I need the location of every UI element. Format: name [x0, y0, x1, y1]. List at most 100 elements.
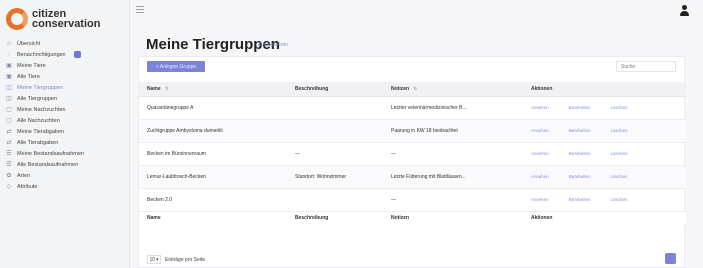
sidebar-item-2[interactable]: ▣ Meine Tiere — [0, 60, 130, 71]
footer-column-beschreibung: Beschreibung — [287, 211, 383, 225]
sidebar-item-12[interactable]: ✿ Arten — [0, 170, 130, 181]
user-icon[interactable] — [679, 5, 689, 17]
tag-icon: ◇ — [6, 183, 12, 190]
cell-actions: Ansehen Bearbeiten Löschen — [523, 188, 686, 212]
cell-beschreibung — [287, 119, 383, 143]
footer-column-aktionen: Aktionen — [523, 211, 686, 225]
delete-button-label: Löschen — [610, 150, 628, 156]
sidebar-item-9[interactable]: ⇄ Alle Tierabgaben — [0, 137, 130, 148]
view-button-label: Ansehen — [531, 127, 549, 133]
sidebar-item-label: Attribute — [17, 183, 38, 190]
cell-notizen: Letzte Fütterung mit Blattläusen... — [383, 165, 523, 189]
cell-name: Becken im Büroinnenraum — [139, 142, 287, 166]
per-page-control: 10 ▾ Einträge pro Seite — [147, 255, 205, 264]
view-button-label: Ansehen — [531, 196, 549, 202]
sidebar-item-3[interactable]: ▣ Alle Tiere — [0, 71, 130, 82]
column-header-notizen[interactable]: Notizen ⇅ — [383, 82, 523, 97]
table-header-row: Name ⇅ Beschreibung Notizen ⇅ Aktionen — [139, 82, 686, 97]
sidebar: citizen conservation ⌂ Übersicht ◌ Benachri… — [0, 0, 130, 268]
edit-button[interactable]: Bearbeiten — [569, 128, 601, 133]
pagination-button[interactable] — [665, 253, 676, 264]
logo-mark-icon — [6, 8, 28, 30]
sidebar-item-6[interactable]: ▢ Meine Nachzuchten — [0, 104, 130, 115]
groups-table: Name ⇅ Beschreibung Notizen ⇅ Aktionen Qua… — [139, 82, 686, 225]
table-row: Becken 2.0 — Ansehen Bearbeiten Löschen — [139, 188, 686, 212]
table-row: Lemur-Laubfrosch-Becken Standort: Wohnzim… — [139, 165, 686, 189]
view-button[interactable]: Ansehen — [531, 151, 559, 156]
footer-column-notizen: Notizen — [383, 211, 523, 225]
cell-beschreibung — [287, 188, 383, 212]
delete-button[interactable]: Löschen — [611, 105, 638, 110]
notification-badge — [73, 51, 81, 58]
sidebar-item-7[interactable]: ▢ Alle Nachzuchten — [0, 115, 130, 126]
sidebar-item-0[interactable]: ⌂ Übersicht — [0, 38, 130, 49]
cell-name: Becken 2.0 — [139, 188, 287, 212]
delete-button[interactable]: Löschen — [611, 197, 638, 202]
delete-button-label: Löschen — [610, 196, 628, 202]
sort-icon[interactable]: ⇅ — [413, 86, 417, 92]
bell-icon: ◌ — [7, 51, 11, 58]
table-footer-row: Name Beschreibung Notizen Aktionen — [139, 211, 686, 225]
cell-actions: Ansehen Bearbeiten Löschen — [523, 142, 686, 166]
sidebar-item-label: Meine Tierabgaben — [17, 128, 65, 135]
edit-button[interactable]: Bearbeiten — [569, 151, 601, 156]
reset-link[interactable]: Zurücksetzen — [258, 42, 288, 48]
view-button[interactable]: Ansehen — [531, 174, 559, 179]
edit-button[interactable]: Bearbeiten — [569, 105, 601, 110]
view-button[interactable]: Ansehen — [531, 105, 559, 110]
table-row: Quarantänegruppe A Letzter veterinärmediz… — [139, 96, 686, 120]
delete-button-label: Löschen — [610, 173, 628, 179]
sidebar-item-label: Meine Tiergruppen — [17, 84, 63, 91]
cell-name: Quarantänegruppe A — [139, 96, 287, 120]
view-button-label: Ansehen — [531, 150, 549, 156]
delete-button[interactable]: Löschen — [611, 151, 638, 156]
delete-button[interactable]: Löschen — [611, 174, 638, 179]
edit-button-label: Bearbeiten — [568, 104, 591, 110]
sidebar-item-label: Meine Nachzuchten — [17, 106, 66, 113]
topbar — [130, 0, 703, 26]
sidebar-item-8[interactable]: ⇄ Meine Tierabgaben — [0, 126, 130, 137]
logo-line-2: conservation — [32, 18, 101, 30]
delete-button[interactable]: Löschen — [611, 128, 638, 133]
sort-icon[interactable]: ⇅ — [165, 86, 169, 92]
delete-button-label: Löschen — [610, 104, 628, 110]
sidebar-item-label: Meine Bestandsaufnahmen — [17, 150, 84, 157]
cell-beschreibung — [287, 96, 383, 120]
sidebar-item-label: Alle Tiere — [17, 73, 40, 80]
cell-notizen: — — [383, 188, 523, 212]
edit-button-label: Bearbeiten — [568, 150, 591, 156]
edit-button[interactable]: Bearbeiten — [569, 174, 601, 179]
table-body: Quarantänegruppe A Letzter veterinärmediz… — [139, 96, 686, 212]
sidebar-item-10[interactable]: ☰ Meine Bestandsaufnahmen — [0, 148, 130, 159]
delete-button-label: Löschen — [610, 127, 628, 133]
per-page-select[interactable]: 10 ▾ — [147, 255, 161, 264]
home-icon: ⌂ — [7, 40, 11, 47]
column-header-name[interactable]: Name ⇅ — [139, 82, 287, 97]
sidebar-item-label: Alle Tiergruppen — [17, 95, 58, 102]
column-header-beschreibung[interactable]: Beschreibung — [287, 82, 383, 97]
cell-beschreibung: Standort: Wohnzimmer — [287, 165, 383, 189]
transfer-icon: ⇄ — [6, 128, 12, 135]
egg-icon: ▢ — [6, 117, 12, 124]
search-input[interactable] — [616, 61, 676, 72]
sidebar-item-11[interactable]: ☰ Alle Bestandsaufnahmen — [0, 159, 130, 170]
sidebar-nav: ⌂ Übersicht ◌ Benachrichtigungen ▣ Meine Tier… — [0, 38, 130, 192]
logo[interactable]: citizen conservation — [6, 4, 124, 34]
sidebar-item-label: Alle Bestandsaufnahmen — [17, 161, 79, 168]
cell-name: Lemur-Laubfrosch-Becken — [139, 165, 287, 189]
sidebar-item-label: Alle Nachzuchten — [17, 117, 60, 124]
view-button[interactable]: Ansehen — [531, 197, 559, 202]
edit-button[interactable]: Bearbeiten — [569, 197, 601, 202]
edit-button-label: Bearbeiten — [568, 196, 591, 202]
sidebar-item-5[interactable]: ◫ Alle Tiergruppen — [0, 93, 130, 104]
add-group-button[interactable]: + Anlegen Gruppe — [147, 61, 205, 72]
logo-text: citizen conservation — [32, 9, 101, 30]
menu-toggle-icon[interactable] — [136, 6, 144, 15]
sidebar-item-1[interactable]: ◌ Benachrichtigungen — [0, 49, 130, 60]
view-button[interactable]: Ansehen — [531, 128, 559, 133]
sidebar-item-13[interactable]: ◇ Attribute — [0, 181, 130, 192]
per-page-label: Einträge pro Seite — [165, 256, 206, 263]
sidebar-item-4[interactable]: ◫ Meine Tiergruppen — [0, 82, 130, 93]
sidebar-item-label: Benachrichtigungen — [17, 51, 66, 58]
cell-beschreibung: — — [287, 142, 383, 166]
